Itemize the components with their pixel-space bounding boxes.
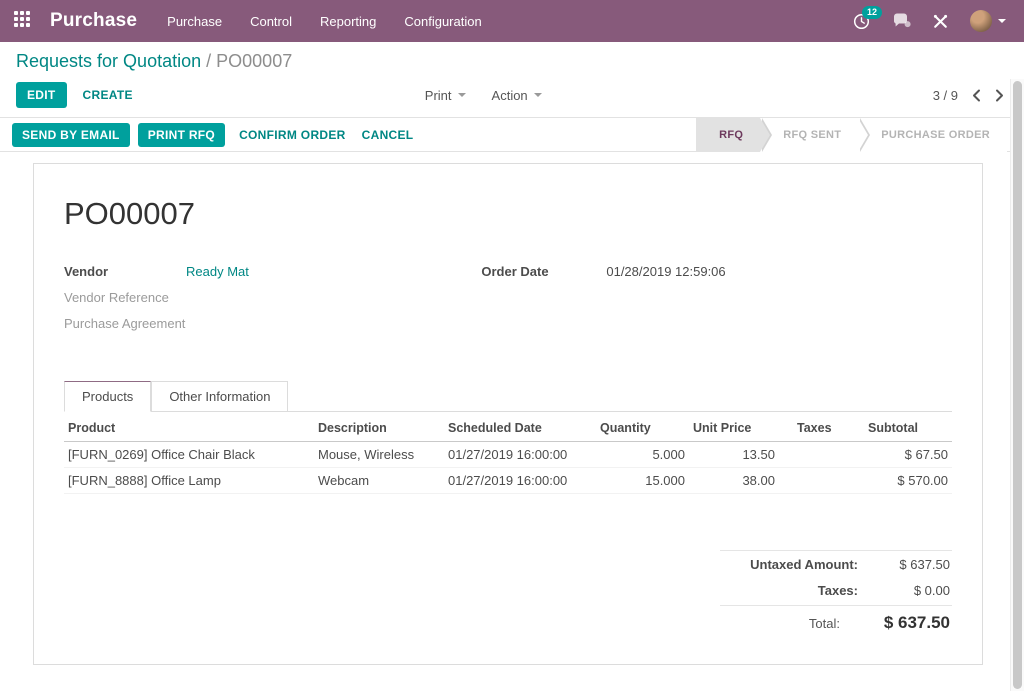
cell-description[interactable]: Mouse, Wireless — [314, 441, 444, 468]
print-rfq-button[interactable]: PRINT RFQ — [137, 122, 226, 147]
control-panel: Requests for Quotation / PO00007 EDIT CR… — [0, 42, 1024, 108]
vendor-label: Vendor — [64, 264, 109, 279]
cell-scheduled-date[interactable]: 01/27/2019 16:00:00 — [444, 467, 596, 494]
cell-taxes[interactable] — [779, 441, 864, 468]
status-steps: RFQ RFQ SENT PURCHASE ORDER — [696, 117, 1007, 152]
col-taxes[interactable]: Taxes — [779, 414, 864, 442]
pager-next-icon[interactable] — [995, 89, 1004, 102]
status-step-purchase-order[interactable]: PURCHASE ORDER — [858, 117, 1007, 152]
top-menu: Purchase Control Reporting Configuration — [167, 14, 482, 29]
purchase-agreement-label: Purchase Agreement — [64, 316, 186, 331]
crossed-tools-icon — [933, 14, 948, 29]
scrollbar-thumb[interactable] — [1013, 81, 1022, 689]
cell-product[interactable]: [FURN_8888] Office Lamp — [64, 467, 314, 494]
chat-bubbles-icon — [892, 13, 911, 30]
notebook-tabs: Products Other Information — [64, 380, 952, 412]
cell-product[interactable]: [FURN_0269] Office Chair Black — [64, 441, 314, 468]
col-description[interactable]: Description — [314, 414, 444, 442]
statusbar: SEND BY EMAIL PRINT RFQ CONFIRM ORDER CA… — [0, 117, 1024, 152]
total-value: $ 637.50 — [883, 613, 950, 632]
col-product[interactable]: Product — [64, 414, 314, 442]
print-dropdown[interactable]: Print — [425, 88, 466, 103]
pager-previous-icon[interactable] — [972, 89, 981, 102]
table-row[interactable]: [FURN_8888] Office Lamp Webcam 01/27/201… — [64, 467, 952, 494]
cell-description[interactable]: Webcam — [314, 467, 444, 494]
cell-scheduled-date[interactable]: 01/27/2019 16:00:00 — [444, 441, 596, 468]
activity-menu-button[interactable]: 12 — [853, 5, 883, 30]
top-navbar: Purchase Purchase Control Reporting Conf… — [0, 0, 1024, 42]
chevron-down-icon — [457, 93, 466, 97]
menu-configuration[interactable]: Configuration — [404, 14, 481, 29]
chevron-down-icon — [998, 19, 1006, 23]
tab-products[interactable]: Products — [64, 381, 152, 412]
menu-reporting[interactable]: Reporting — [320, 14, 376, 29]
cell-taxes[interactable] — [779, 467, 864, 494]
totals-block: Untaxed Amount: $ 637.50 Taxes: $ 0.00 T… — [720, 550, 952, 638]
user-menu[interactable] — [970, 10, 1006, 32]
cell-unit-price[interactable]: 38.00 — [689, 467, 779, 494]
cell-quantity[interactable]: 15.000 — [596, 467, 689, 494]
print-label: Print — [424, 87, 452, 103]
send-by-email-button[interactable]: SEND BY EMAIL — [12, 122, 130, 147]
breadcrumb: Requests for Quotation / PO00007 — [16, 51, 1004, 72]
avatar — [970, 10, 992, 32]
total-label: Total: — [808, 616, 840, 631]
untaxed-amount-label: Untaxed Amount: — [750, 557, 858, 572]
chatter: Send message Log note Schedule activity … — [0, 665, 1024, 691]
activity-count-badge: 12 — [862, 5, 883, 19]
breadcrumb-parent[interactable]: Requests for Quotation — [16, 51, 201, 71]
cell-unit-price[interactable]: 13.50 — [689, 441, 779, 468]
order-date-value: 01/28/2019 12:59:06 — [606, 264, 726, 279]
breadcrumb-current: PO00007 — [216, 51, 293, 71]
tab-other-information[interactable]: Other Information — [151, 381, 289, 412]
app-title[interactable]: Purchase — [50, 10, 137, 32]
form-sheet: PO00007 Vendor Ready Mat Vendor Referenc… — [33, 163, 983, 665]
order-lines-table: Product Description Scheduled Date Quant… — [64, 414, 952, 494]
create-button[interactable]: CREATE — [83, 88, 133, 102]
vertical-scrollbar[interactable] — [1010, 79, 1024, 691]
cell-quantity[interactable]: 5.000 — [596, 441, 689, 468]
field-group: Vendor Ready Mat Vendor Reference Purcha… — [64, 264, 952, 342]
taxes-value: $ 0.00 — [913, 583, 950, 598]
pager-counter: 3 / 9 — [932, 87, 958, 103]
table-row[interactable]: [FURN_0269] Office Chair Black Mouse, Wi… — [64, 441, 952, 468]
dev-tools-button[interactable] — [933, 14, 948, 29]
apps-grid-icon[interactable] — [14, 11, 34, 31]
confirm-order-button[interactable]: CONFIRM ORDER — [239, 128, 346, 142]
vendor-value-link[interactable]: Ready Mat — [186, 264, 249, 282]
messages-button[interactable] — [892, 13, 911, 30]
col-subtotal[interactable]: Subtotal — [864, 414, 952, 442]
vendor-reference-label: Vendor Reference — [64, 290, 169, 305]
chevron-down-icon — [533, 93, 542, 97]
status-step-rfq[interactable]: RFQ — [696, 117, 773, 152]
col-scheduled-date[interactable]: Scheduled Date — [444, 414, 596, 442]
order-date-label: Order Date — [481, 264, 549, 279]
edit-button[interactable]: EDIT — [16, 82, 67, 108]
untaxed-amount-value: $ 637.50 — [899, 557, 950, 572]
document-title: PO00007 — [64, 196, 195, 231]
menu-control[interactable]: Control — [250, 14, 292, 29]
table-header-row: Product Description Scheduled Date Quant… — [64, 414, 952, 442]
action-dropdown[interactable]: Action — [492, 88, 542, 103]
cancel-button[interactable]: CANCEL — [362, 128, 414, 142]
menu-purchase[interactable]: Purchase — [167, 14, 222, 29]
cell-subtotal[interactable]: $ 67.50 — [864, 441, 952, 468]
breadcrumb-separator: / — [206, 51, 212, 71]
action-label: Action — [491, 87, 528, 103]
col-unit-price[interactable]: Unit Price — [689, 414, 779, 442]
status-step-rfq-sent[interactable]: RFQ SENT — [760, 117, 871, 152]
taxes-label: Taxes: — [817, 583, 858, 598]
cell-subtotal[interactable]: $ 570.00 — [864, 467, 952, 494]
col-quantity[interactable]: Quantity — [596, 414, 689, 442]
